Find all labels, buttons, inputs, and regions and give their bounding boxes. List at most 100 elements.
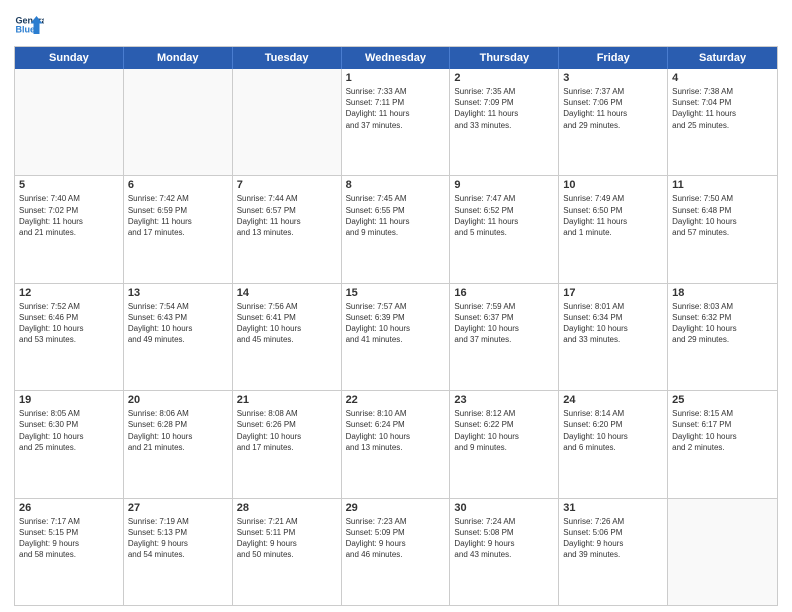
day-info: Sunrise: 8:10 AM Sunset: 6:24 PM Dayligh… [346, 408, 446, 453]
empty-cell [668, 499, 777, 605]
day-cell-31: 31 Sunrise: 7:26 AM Sunset: 5:06 PM Dayli… [559, 499, 668, 605]
day-number: 27 [128, 502, 228, 514]
day-cell-13: 13 Sunrise: 7:54 AM Sunset: 6:43 PM Dayli… [124, 284, 233, 390]
day-cell-27: 27Sunrise: 7:19 AM Sunset: 5:13 PM Dayli… [124, 499, 233, 605]
day-number: 1 [346, 72, 446, 84]
day-number: 22 [346, 394, 446, 406]
day-info: Sunrise: 7:21 AM Sunset: 5:11 PM Dayligh… [237, 516, 337, 561]
day-cell-3: 3Sunrise: 7:37 AM Sunset: 7:06 PM Daylig… [559, 69, 668, 175]
day-cell-15: 15Sunrise: 7:57 AM Sunset: 6:39 PM Dayli… [342, 284, 451, 390]
calendar-row-3: 12 Sunrise: 7:52 AM Sunset: 6:46 PM Dayli… [15, 283, 777, 390]
day-info: Sunrise: 7:38 AM Sunset: 7:04 PM Dayligh… [672, 86, 773, 131]
day-info: Sunrise: 7:40 AM Sunset: 7:02 PM Dayligh… [19, 193, 119, 238]
empty-cell [233, 69, 342, 175]
day-cell-28: 28 Sunrise: 7:21 AM Sunset: 5:11 PM Dayli… [233, 499, 342, 605]
day-number: 4 [672, 72, 773, 84]
day-cell-24: 24 Sunrise: 8:14 AM Sunset: 6:20 PM Dayli… [559, 391, 668, 497]
day-number: 16 [454, 287, 554, 299]
day-info: Sunrise: 7:49 AM Sunset: 6:50 PM Dayligh… [563, 193, 663, 238]
day-number: 20 [128, 394, 228, 406]
day-cell-1: 1 Sunrise: 7:33 AM Sunset: 7:11 PM Daylig… [342, 69, 451, 175]
day-info: Sunrise: 8:06 AM Sunset: 6:28 PM Dayligh… [128, 408, 228, 453]
day-info: Sunrise: 7:52 AM Sunset: 6:46 PM Dayligh… [19, 301, 119, 346]
day-number: 5 [19, 179, 119, 191]
header: General Blue [14, 10, 778, 40]
header-day-sunday: Sunday [15, 47, 124, 69]
day-number: 2 [454, 72, 554, 84]
day-info: Sunrise: 8:15 AM Sunset: 6:17 PM Dayligh… [672, 408, 773, 453]
day-info: Sunrise: 7:35 AM Sunset: 7:09 PM Dayligh… [454, 86, 554, 131]
calendar-body: 1 Sunrise: 7:33 AM Sunset: 7:11 PM Daylig… [15, 69, 777, 605]
day-number: 25 [672, 394, 773, 406]
empty-cell [124, 69, 233, 175]
day-number: 31 [563, 502, 663, 514]
logo-icon: General Blue [14, 10, 44, 40]
day-number: 9 [454, 179, 554, 191]
day-cell-19: 19 Sunrise: 8:05 AM Sunset: 6:30 PM Dayli… [15, 391, 124, 497]
day-info: Sunrise: 7:47 AM Sunset: 6:52 PM Dayligh… [454, 193, 554, 238]
calendar-header: SundayMondayTuesdayWednesdayThursdayFrid… [15, 47, 777, 69]
day-number: 18 [672, 287, 773, 299]
day-info: Sunrise: 7:50 AM Sunset: 6:48 PM Dayligh… [672, 193, 773, 238]
day-number: 19 [19, 394, 119, 406]
day-cell-2: 2 Sunrise: 7:35 AM Sunset: 7:09 PM Daylig… [450, 69, 559, 175]
day-cell-16: 16 Sunrise: 7:59 AM Sunset: 6:37 PM Dayli… [450, 284, 559, 390]
day-cell-4: 4 Sunrise: 7:38 AM Sunset: 7:04 PM Daylig… [668, 69, 777, 175]
day-info: Sunrise: 7:37 AM Sunset: 7:06 PM Dayligh… [563, 86, 663, 131]
day-number: 10 [563, 179, 663, 191]
day-cell-7: 7 Sunrise: 7:44 AM Sunset: 6:57 PM Daylig… [233, 176, 342, 282]
day-info: Sunrise: 8:12 AM Sunset: 6:22 PM Dayligh… [454, 408, 554, 453]
day-cell-20: 20 Sunrise: 8:06 AM Sunset: 6:28 PM Dayli… [124, 391, 233, 497]
day-number: 21 [237, 394, 337, 406]
day-info: Sunrise: 7:33 AM Sunset: 7:11 PM Dayligh… [346, 86, 446, 131]
day-cell-8: 8Sunrise: 7:45 AM Sunset: 6:55 PM Daylig… [342, 176, 451, 282]
calendar: SundayMondayTuesdayWednesdayThursdayFrid… [14, 46, 778, 606]
day-number: 13 [128, 287, 228, 299]
calendar-row-5: 26Sunrise: 7:17 AM Sunset: 5:15 PM Dayli… [15, 498, 777, 605]
day-info: Sunrise: 7:26 AM Sunset: 5:06 PM Dayligh… [563, 516, 663, 561]
day-number: 24 [563, 394, 663, 406]
day-info: Sunrise: 8:08 AM Sunset: 6:26 PM Dayligh… [237, 408, 337, 453]
day-number: 7 [237, 179, 337, 191]
day-cell-5: 5 Sunrise: 7:40 AM Sunset: 7:02 PM Daylig… [15, 176, 124, 282]
calendar-row-1: 1 Sunrise: 7:33 AM Sunset: 7:11 PM Daylig… [15, 69, 777, 175]
day-info: Sunrise: 7:54 AM Sunset: 6:43 PM Dayligh… [128, 301, 228, 346]
day-info: Sunrise: 8:14 AM Sunset: 6:20 PM Dayligh… [563, 408, 663, 453]
calendar-row-2: 5 Sunrise: 7:40 AM Sunset: 7:02 PM Daylig… [15, 175, 777, 282]
day-cell-18: 18Sunrise: 8:03 AM Sunset: 6:32 PM Dayli… [668, 284, 777, 390]
day-number: 23 [454, 394, 554, 406]
day-number: 6 [128, 179, 228, 191]
day-number: 29 [346, 502, 446, 514]
day-number: 12 [19, 287, 119, 299]
page: General Blue SundayMondayTuesdayWednesda… [0, 0, 792, 612]
day-cell-6: 6 Sunrise: 7:42 AM Sunset: 6:59 PM Daylig… [124, 176, 233, 282]
day-number: 8 [346, 179, 446, 191]
day-info: Sunrise: 8:05 AM Sunset: 6:30 PM Dayligh… [19, 408, 119, 453]
header-day-wednesday: Wednesday [342, 47, 451, 69]
day-number: 30 [454, 502, 554, 514]
header-day-tuesday: Tuesday [233, 47, 342, 69]
day-info: Sunrise: 7:44 AM Sunset: 6:57 PM Dayligh… [237, 193, 337, 238]
day-number: 17 [563, 287, 663, 299]
day-info: Sunrise: 7:17 AM Sunset: 5:15 PM Dayligh… [19, 516, 119, 561]
logo: General Blue [14, 10, 48, 40]
day-cell-26: 26Sunrise: 7:17 AM Sunset: 5:15 PM Dayli… [15, 499, 124, 605]
day-cell-25: 25 Sunrise: 8:15 AM Sunset: 6:17 PM Dayli… [668, 391, 777, 497]
day-number: 14 [237, 287, 337, 299]
day-info: Sunrise: 7:59 AM Sunset: 6:37 PM Dayligh… [454, 301, 554, 346]
header-day-monday: Monday [124, 47, 233, 69]
header-day-friday: Friday [559, 47, 668, 69]
day-info: Sunrise: 7:23 AM Sunset: 5:09 PM Dayligh… [346, 516, 446, 561]
header-day-saturday: Saturday [668, 47, 777, 69]
calendar-row-4: 19 Sunrise: 8:05 AM Sunset: 6:30 PM Dayli… [15, 390, 777, 497]
day-info: Sunrise: 7:42 AM Sunset: 6:59 PM Dayligh… [128, 193, 228, 238]
day-cell-12: 12 Sunrise: 7:52 AM Sunset: 6:46 PM Dayli… [15, 284, 124, 390]
day-number: 28 [237, 502, 337, 514]
day-info: Sunrise: 7:24 AM Sunset: 5:08 PM Dayligh… [454, 516, 554, 561]
day-number: 15 [346, 287, 446, 299]
day-cell-21: 21 Sunrise: 8:08 AM Sunset: 6:26 PM Dayli… [233, 391, 342, 497]
day-cell-14: 14Sunrise: 7:56 AM Sunset: 6:41 PM Dayli… [233, 284, 342, 390]
day-cell-11: 11Sunrise: 7:50 AM Sunset: 6:48 PM Dayli… [668, 176, 777, 282]
day-cell-29: 29 Sunrise: 7:23 AM Sunset: 5:09 PM Dayli… [342, 499, 451, 605]
day-cell-17: 17Sunrise: 8:01 AM Sunset: 6:34 PM Dayli… [559, 284, 668, 390]
